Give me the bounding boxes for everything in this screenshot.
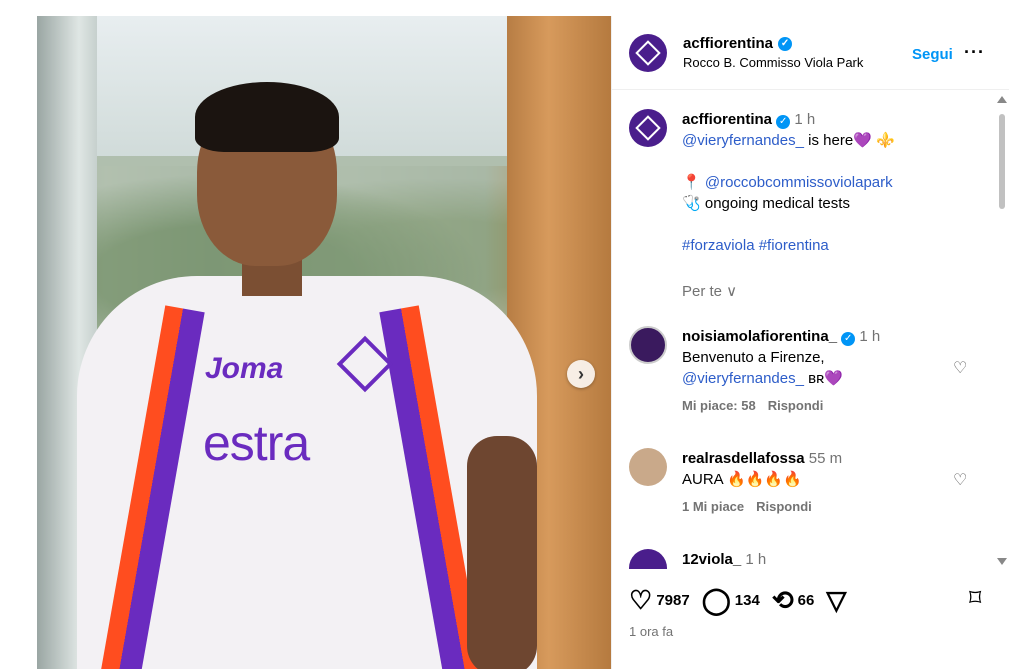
sort-dropdown[interactable]: Per te ∨ [682,281,972,302]
shirt-sponsor-logo: estra [203,415,310,471]
comment-time[interactable]: 1 h [745,551,766,568]
stethoscope-icon: 🩺 [682,195,701,212]
bookmark-icon[interactable]: ⌑ [969,584,981,613]
like-heart-icon[interactable]: ♡ [629,585,652,616]
repost-icon[interactable]: ⟲ [772,585,794,616]
scroll-up-arrow-icon[interactable] [997,96,1007,103]
post-location[interactable]: Rocco B. Commisso Viola Park [683,55,863,70]
medical-text: ongoing medical tests [700,195,850,212]
comment-suffix: ʙʀ💜 [803,370,843,387]
comment-username[interactable]: realrasdellafossa [682,450,805,467]
caption-line1-text: is here💜 ⚜️ [803,132,895,149]
caption-time[interactable]: 1 h [794,111,815,128]
like-comment-heart-icon[interactable]: ♡ [953,358,967,378]
post-username[interactable]: acffiorentina [683,35,773,52]
avatar[interactable] [629,448,667,486]
comment-text: AURA 🔥🔥🔥🔥 [682,471,802,488]
post-header: acffiorentina ✓ Rocco B. Commisso Viola P… [612,16,1009,90]
player-hair [195,82,339,152]
hashtags[interactable]: #forzaviola #fiorentina [682,235,972,256]
verified-icon: ✓ [841,331,856,346]
post-image[interactable]: Joma estra [37,16,611,669]
player-arm [467,436,537,669]
comment-likes[interactable]: Mi piace: 58 [682,398,756,413]
repost-count[interactable]: 66 [798,592,815,609]
follow-button[interactable]: Segui [912,46,953,63]
avatar[interactable] [629,33,667,72]
like-comment-heart-icon[interactable]: ♡ [953,470,967,490]
avatar[interactable] [629,549,667,569]
more-options-icon[interactable]: ··· [964,42,985,63]
comment-username[interactable]: noisiamolafiorentina_ [682,328,837,345]
avatar[interactable] [629,109,667,147]
location-mention[interactable]: @roccobcommissoviolapark [705,174,893,191]
reply-button[interactable]: Rispondi [768,398,824,413]
pin-icon: 📍 [682,174,701,191]
caption-username[interactable]: acffiorentina [682,111,772,128]
scroll-down-arrow-icon[interactable] [997,558,1007,565]
post-actions: ♡ 7987 ◯ 134 ⟲ 66 ▽ ⌑ [629,582,999,618]
reply-button[interactable]: Rispondi [756,499,812,514]
comments-scrollbar[interactable] [997,96,1007,574]
shirt-brand-logo: Joma [205,352,284,385]
comments-list: acffiorentina ✓ 1 h @vieryfernandes_ is … [612,91,1010,569]
scroll-thumb[interactable] [999,114,1005,209]
comment-likes[interactable]: 1 Mi piace [682,499,744,514]
verified-icon: ✓ [778,36,793,51]
comment-icon[interactable]: ◯ [702,585,731,616]
comment-text: Benvenuto a Firenze, [682,349,825,366]
caption-mention[interactable]: @vieryfernandes_ [682,132,804,149]
comment-time[interactable]: 1 h [859,328,880,345]
avatar[interactable] [629,326,667,364]
fiorentina-logo-icon [635,39,661,66]
comment-count[interactable]: 134 [735,592,760,609]
comment-mention[interactable]: @vieryfernandes_ [682,370,804,387]
post-side-panel: acffiorentina ✓ Rocco B. Commisso Viola P… [611,16,1009,669]
share-icon[interactable]: ▽ [826,585,846,616]
post-timestamp[interactable]: 1 ora fa [629,624,673,639]
comment-username[interactable]: 12viola_ [682,551,741,568]
like-count[interactable]: 7987 [656,592,689,609]
verified-icon: ✓ [776,114,791,129]
next-image-button[interactable]: › [567,360,595,388]
fiorentina-logo-icon [635,115,661,141]
comment-time[interactable]: 55 m [809,450,842,467]
